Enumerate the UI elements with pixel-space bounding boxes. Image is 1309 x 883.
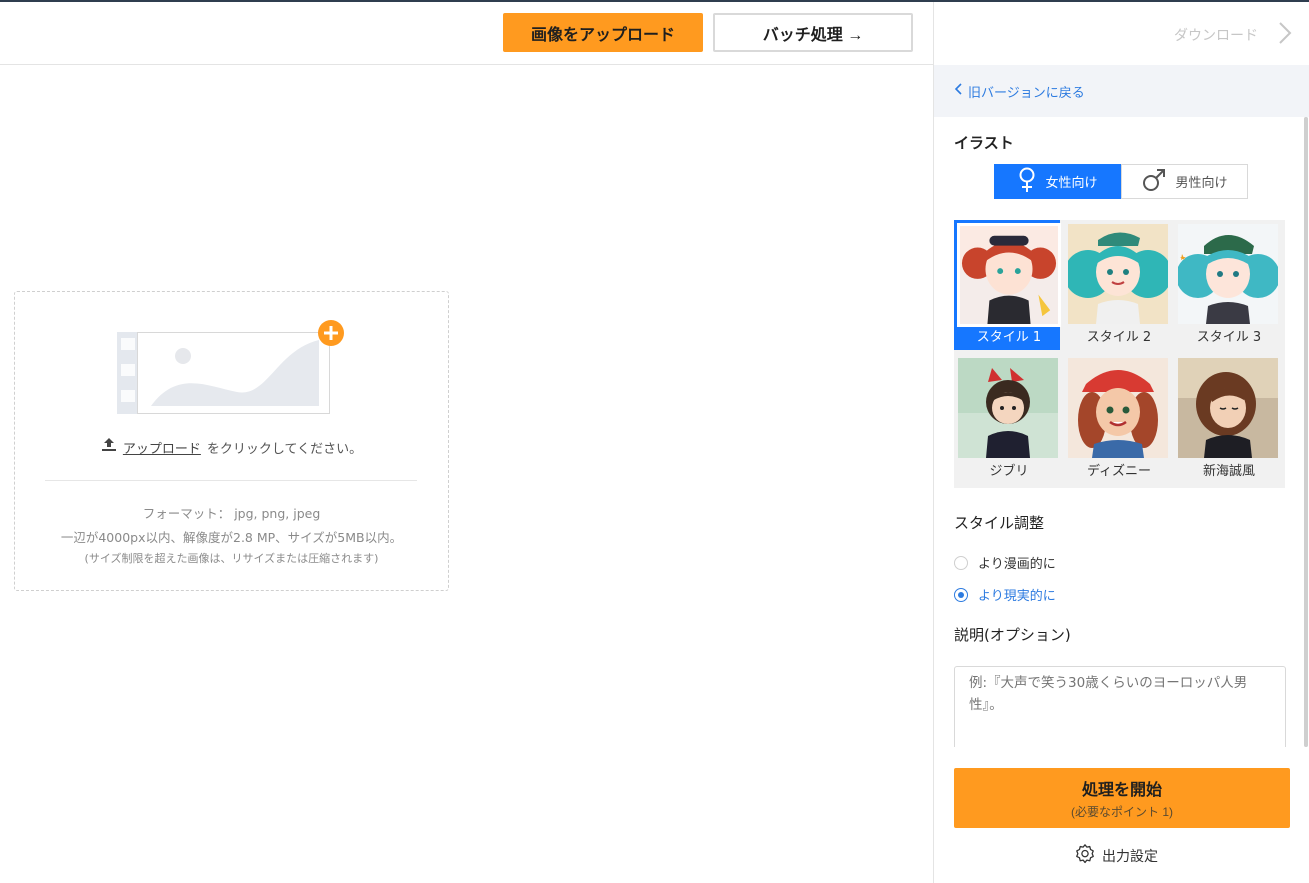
female-symbol-icon [1017,167,1037,197]
toolbar: 画像をアップロード バッチ処理 → [0,2,933,65]
style-tile-1[interactable]: スタイル 1 [954,220,1061,350]
upload-instruction-text: をクリックしてください。 [206,441,363,457]
chevron-left-icon [954,83,962,99]
radio-button[interactable] [954,587,968,602]
style-tile-disney[interactable]: ディズニー [1064,354,1170,484]
upload-dropzone[interactable]: アップロード をクリックしてください。 フォーマット： jpg, png, jp… [14,291,449,591]
upload-link[interactable]: アップロード [123,438,201,457]
scrollbar-thumb[interactable] [1304,117,1308,747]
output-settings-label: 出力設定 [1102,849,1158,865]
male-symbol-icon [1141,167,1167,197]
style-label: スタイル 2 [1086,330,1152,345]
style-label: ジブリ [989,464,1029,479]
workspace: 画像をアップロード バッチ処理 → アップロード をクリックしてください。 フォ… [0,2,933,883]
gear-icon [1074,843,1096,869]
settings-panel: ダウンロード 旧バージョンに戻る イラスト 女性向け 男性向け スタイル 1 ス… [933,2,1309,883]
back-label: 旧バージョンに戻る [968,85,1085,101]
chevron-right-icon[interactable] [1278,21,1292,49]
image-placeholder-icon [117,320,347,415]
male-option[interactable]: 男性向け [1121,164,1248,199]
format-info: フォーマット： jpg, png, jpeg [142,506,321,521]
style-label: 新海誠風 [1202,464,1255,479]
female-label: 女性向け [1045,176,1098,191]
style-thumbnail [1178,358,1278,458]
download-button[interactable]: ダウンロード [1174,25,1258,45]
radio-button[interactable] [954,555,968,570]
style-tile-2[interactable]: スタイル 2 [1064,220,1170,350]
upload-instruction: アップロード をクリックしてください。 [15,437,448,457]
required-points: (必要なポイント 1) [1070,805,1173,819]
size-limit-info: 一辺が4000px以内、解像度が2.8 MP、サイズが5MB以内。 [60,530,403,545]
back-to-old-version-link[interactable]: 旧バージョンに戻る [934,65,1309,117]
download-bar: ダウンロード [934,2,1309,65]
panel-scroll-area[interactable]: イラスト 女性向け 男性向け スタイル 1 スタイル 2 スタイル 3 ジブリ … [934,117,1309,747]
style-label: スタイル 3 [1196,330,1262,345]
radio-manga-option[interactable]: より漫画的に [954,553,1056,572]
upload-arrow-icon [101,437,117,457]
style-thumbnail [958,358,1058,458]
start-label: 処理を開始 [1081,782,1162,799]
radio-manga-label: より漫画的に [978,557,1056,572]
style-tile-ghibli[interactable]: ジブリ [954,354,1060,484]
radio-real-label: より現実的に [978,589,1056,604]
description-input[interactable] [954,666,1286,747]
description-title: 説明(オプション) [954,626,1071,644]
radio-real-option[interactable]: より現実的に [954,585,1056,604]
male-label: 男性向け [1175,176,1228,191]
style-thumbnail [957,223,1061,327]
style-tile-shinkai[interactable]: 新海誠風 [1174,354,1280,484]
style-thumbnail [1068,358,1168,458]
female-option[interactable]: 女性向け [994,164,1121,199]
style-thumbnail [1178,224,1278,324]
style-adjust-title: スタイル調整 [954,514,1045,532]
style-label: スタイル 1 [976,330,1042,345]
style-label: ディズニー [1086,464,1152,479]
divider [45,480,417,481]
style-thumbnail [1068,224,1168,324]
style-grid: スタイル 1 スタイル 2 スタイル 3 ジブリ ディズニー 新海誠風 [954,220,1285,488]
upload-image-button[interactable]: 画像をアップロード [503,13,703,52]
resize-note: (サイズ制限を超えた画像は、リサイズまたは圧縮されます) [84,552,379,565]
style-tile-3[interactable]: スタイル 3 [1174,220,1280,350]
start-processing-button[interactable]: 処理を開始 (必要なポイント 1) [954,768,1290,828]
gender-toggle: 女性向け 男性向け [994,164,1248,199]
batch-process-button[interactable]: バッチ処理 → [713,13,913,52]
output-settings-button[interactable]: 出力設定 [1074,843,1158,869]
section-title: イラスト [954,134,1014,152]
